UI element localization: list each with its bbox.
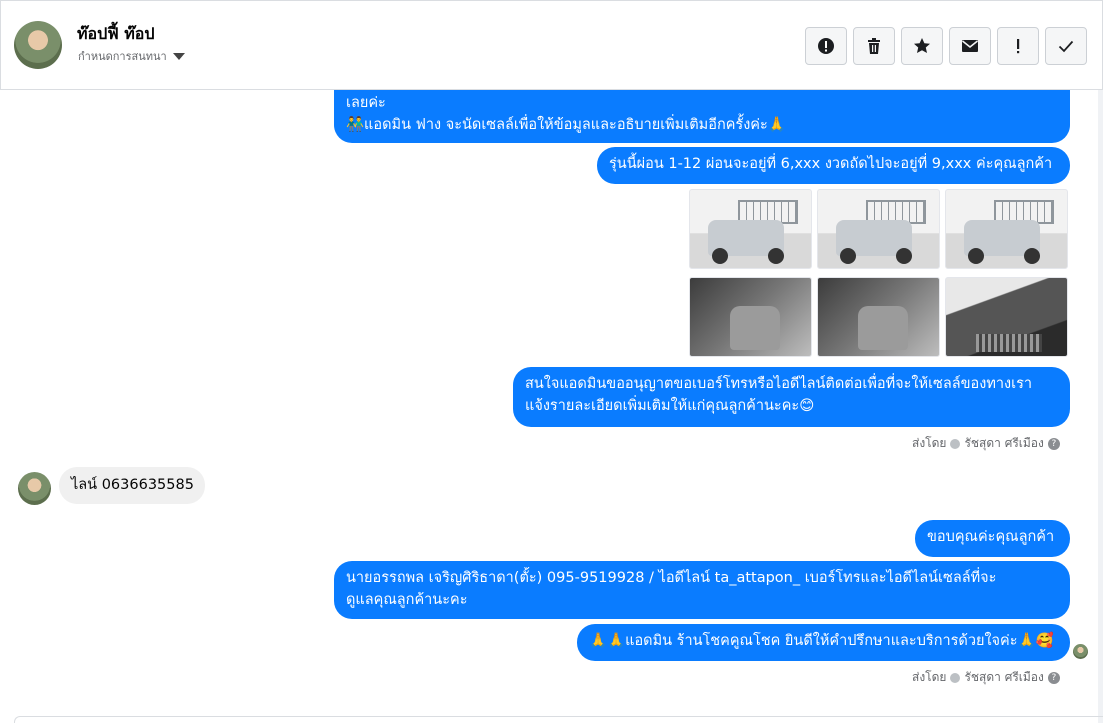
- alert-circle-icon: [818, 38, 834, 54]
- trash-icon: [868, 38, 880, 54]
- conversation-header: ท๊อปฟี้ ท๊อป กำหนดการสนทนา: [0, 0, 1103, 90]
- car-photo[interactable]: [689, 277, 812, 357]
- help-icon[interactable]: ?: [1047, 437, 1060, 450]
- message-text: ดูแลคุณลูกค้านะคะ: [346, 592, 468, 608]
- message-text: รุ่นนี้ผ่อน 1-12 ผ่อนจะอยู่ที่ 6,xxx งวด…: [609, 156, 1053, 172]
- sent-by-info: ส่งโดย รัชสุดา ศรีเมือง ?: [912, 668, 1060, 687]
- sent-by-label: ส่งโดย: [912, 670, 947, 684]
- message-text: แจ้งรายละเอียดเพิ่มเติมให้แก่คุณลูกค้านะ…: [525, 398, 815, 414]
- thread-scrollbar[interactable]: [1098, 90, 1103, 723]
- delete-button[interactable]: [853, 27, 895, 65]
- message-text: เลยค่ะ: [346, 95, 386, 111]
- page-icon: [950, 672, 961, 683]
- page-icon: [950, 438, 961, 449]
- star-icon: [914, 38, 930, 53]
- contact-avatar[interactable]: [14, 21, 62, 69]
- contact-name[interactable]: ท๊อปฟี้ ท๊อป: [77, 22, 155, 47]
- seen-avatar: [1073, 644, 1088, 659]
- contact-avatar-small[interactable]: [18, 472, 51, 505]
- message-text: ขอบคุณค่ะคุณลูกค้า: [927, 529, 1055, 545]
- star-button[interactable]: [901, 27, 943, 65]
- conversation-settings-label: กำหนดการสนทนา: [78, 50, 167, 63]
- message-bubble-outgoing[interactable]: ขอบคุณค่ะคุณลูกค้า: [915, 520, 1070, 557]
- mail-icon: [962, 40, 978, 52]
- sender-name[interactable]: รัชสุดา ศรีเมือง: [964, 668, 1043, 687]
- message-bubble-outgoing[interactable]: รุ่นนี้ผ่อน 1-12 ผ่อนจะอยู่ที่ 6,xxx งวด…: [597, 147, 1070, 184]
- check-icon: [1058, 40, 1074, 53]
- message-bubble-outgoing[interactable]: นายอรรถพล เจริญศิริธาดา(ตั้ะ) 095-951992…: [334, 561, 1070, 619]
- conversation-settings-dropdown[interactable]: กำหนดการสนทนา: [78, 47, 185, 65]
- message-bubble-incoming[interactable]: ไลน์ 0636635585: [59, 467, 205, 504]
- message-text: นายอรรถพล เจริญศิริธาดา(ตั้ะ) 095-951992…: [346, 570, 997, 586]
- message-text: ไลน์ 0636635585: [71, 477, 194, 493]
- message-text: 👬แอดมิน ฟาง จะนัดเซลล์เพื่อให้ข้อมูลและอ…: [346, 117, 786, 133]
- exclamation-icon: [1017, 39, 1020, 54]
- report-spam-button[interactable]: [805, 27, 847, 65]
- message-text: 🙏🙏แอดมิน ร้านโชคคูณโชค ยินดีให้คำปรึกษาแ…: [589, 633, 1054, 649]
- composer-edge: [14, 716, 1103, 723]
- car-photo[interactable]: [945, 189, 1068, 269]
- mark-done-button[interactable]: [1045, 27, 1087, 65]
- sent-by-label: ส่งโดย: [912, 436, 947, 450]
- car-photo[interactable]: [945, 277, 1068, 357]
- caret-down-icon: [172, 52, 185, 60]
- sent-by-info: ส่งโดย รัชสุดา ศรีเมือง ?: [912, 434, 1060, 453]
- car-photo[interactable]: [817, 189, 940, 269]
- car-photo[interactable]: [689, 189, 812, 269]
- message-bubble-outgoing[interactable]: 🙏🙏แอดมิน ร้านโชคคูณโชค ยินดีให้คำปรึกษาแ…: [577, 624, 1070, 661]
- message-bubble-outgoing[interactable]: เลยค่ะ 👬แอดมิน ฟาง จะนัดเซลล์เพื่อให้ข้อ…: [334, 90, 1070, 143]
- important-button[interactable]: [997, 27, 1039, 65]
- car-photo[interactable]: [817, 277, 940, 357]
- message-thread[interactable]: เลยค่ะ 👬แอดมิน ฟาง จะนัดเซลล์เพื่อให้ข้อ…: [0, 90, 1103, 723]
- message-bubble-outgoing[interactable]: สนใจแอดมินขออนุญาตขอเบอร์โทรหรือไอดีไลน์…: [513, 367, 1070, 427]
- help-icon[interactable]: ?: [1047, 671, 1060, 684]
- mark-unread-button[interactable]: [949, 27, 991, 65]
- message-text: สนใจแอดมินขออนุญาตขอเบอร์โทรหรือไอดีไลน์…: [525, 376, 1033, 392]
- sender-name[interactable]: รัชสุดา ศรีเมือง: [964, 434, 1043, 453]
